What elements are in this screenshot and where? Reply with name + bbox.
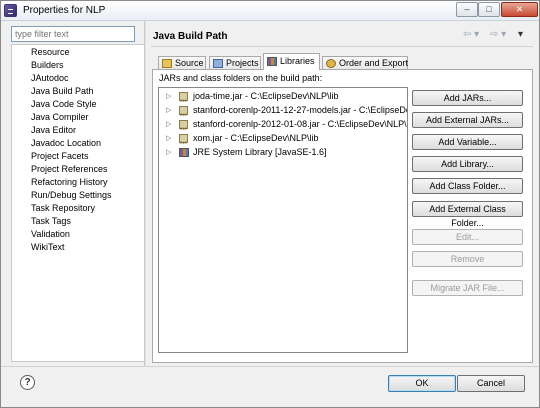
title-bar[interactable]: Properties for NLP – □ ✕	[1, 1, 539, 21]
jar-icon	[179, 134, 188, 149]
expand-arrow-icon[interactable]: ▷	[166, 104, 171, 117]
add-external-jars-button[interactable]: Add External JARs...	[412, 112, 523, 128]
tree-row-label: joda-time.jar - C:\EclipseDev\NLP\lib	[193, 91, 339, 101]
nav-item-run-debug-settings[interactable]: Run/Debug Settings	[31, 189, 112, 202]
nav-item-resource[interactable]: Resource	[31, 46, 70, 59]
migrate-jar-button[interactable]: Migrate JAR File...	[412, 280, 523, 296]
add-library-button[interactable]: Add Library...	[412, 156, 523, 172]
tab-order-and-export[interactable]: Order and Export	[322, 56, 408, 70]
order-export-icon	[326, 59, 336, 68]
properties-dialog: Properties for NLP – □ ✕ Resource Builde…	[0, 0, 540, 408]
preference-nav-tree: Resource Builders JAutodoc Java Build Pa…	[11, 44, 145, 362]
projects-icon	[213, 59, 223, 68]
splitter-sash[interactable]	[144, 21, 146, 366]
nav-item-java-build-path[interactable]: Java Build Path	[31, 85, 94, 98]
nav-item-java-code-style[interactable]: Java Code Style	[31, 98, 97, 111]
minimize-button[interactable]: –	[456, 2, 478, 17]
nav-item-wikitext[interactable]: WikiText	[31, 241, 65, 254]
tree-row-xom[interactable]: ▷ xom.jar - C:\EclipseDev\NLP\lib	[159, 132, 407, 149]
tree-row-label: JRE System Library [JavaSE-1.6]	[193, 147, 327, 157]
window-title: Properties for NLP	[23, 5, 106, 16]
jar-icon	[179, 92, 188, 107]
back-arrow-icon[interactable]: ⇦ ▾	[463, 29, 479, 41]
nav-item-java-editor[interactable]: Java Editor	[31, 124, 76, 137]
add-external-class-folder-button[interactable]: Add External Class Folder...	[412, 201, 523, 228]
expand-arrow-icon[interactable]: ▷	[166, 118, 171, 131]
add-variable-button[interactable]: Add Variable...	[412, 134, 523, 150]
eclipse-app-icon	[4, 4, 17, 17]
tab-source[interactable]: Source	[158, 56, 206, 70]
nav-item-validation[interactable]: Validation	[31, 228, 70, 241]
libraries-tree[interactable]: ▷ joda-time.jar - C:\EclipseDev\NLP\lib …	[158, 87, 408, 353]
nav-item-project-references[interactable]: Project References	[31, 163, 108, 176]
edit-button[interactable]: Edit...	[412, 229, 523, 245]
libraries-icon	[267, 57, 277, 66]
nav-item-java-compiler[interactable]: Java Compiler	[31, 111, 89, 124]
tree-row-label: stanford-corenlp-2012-01-08.jar - C:\Ecl…	[193, 119, 408, 129]
ok-button[interactable]: OK	[388, 375, 456, 392]
forward-arrow-icon[interactable]: ⇨ ▾	[490, 29, 506, 41]
source-folder-icon	[162, 59, 172, 68]
expand-arrow-icon[interactable]: ▷	[166, 146, 171, 159]
maximize-button[interactable]: □	[478, 2, 500, 17]
expand-arrow-icon[interactable]: ▷	[166, 132, 171, 145]
expand-arrow-icon[interactable]: ▷	[166, 90, 171, 103]
remove-button[interactable]: Remove	[412, 251, 523, 267]
tree-row-label: stanford-corenlp-2011-12-27-models.jar -…	[193, 105, 407, 115]
library-icon	[179, 148, 189, 157]
close-button[interactable]: ✕	[501, 2, 538, 17]
jar-icon	[179, 120, 188, 135]
help-icon[interactable]: ?	[20, 375, 35, 390]
tree-row-label: xom.jar - C:\EclipseDev\NLP\lib	[193, 133, 319, 143]
tree-row-jre-system-library[interactable]: ▷ JRE System Library [JavaSE-1.6]	[159, 146, 407, 159]
tab-libraries-label: Libraries	[280, 56, 315, 66]
tree-row-corenlp-models[interactable]: ▷ stanford-corenlp-2011-12-27-models.jar…	[159, 104, 407, 121]
tab-projects-label: Projects	[226, 58, 259, 68]
add-jars-button[interactable]: Add JARs...	[412, 90, 523, 106]
cancel-button[interactable]: Cancel	[457, 375, 525, 392]
jar-icon	[179, 106, 188, 121]
header-divider	[151, 46, 533, 47]
tab-libraries[interactable]: Libraries	[263, 53, 320, 70]
nav-item-jautodoc[interactable]: JAutodoc	[31, 72, 69, 85]
tab-projects[interactable]: Projects	[209, 56, 261, 70]
add-class-folder-button[interactable]: Add Class Folder...	[412, 178, 523, 194]
tree-row-joda-time[interactable]: ▷ joda-time.jar - C:\EclipseDev\NLP\lib	[159, 90, 407, 107]
page-title: Java Build Path	[153, 31, 228, 42]
filter-input[interactable]	[11, 26, 135, 42]
nav-item-task-repository[interactable]: Task Repository	[31, 202, 95, 215]
view-menu-icon[interactable]: ▾	[518, 29, 523, 41]
libraries-list-label: JARs and class folders on the build path…	[159, 73, 323, 83]
tab-order-and-export-label: Order and Export	[339, 58, 409, 68]
tree-row-corenlp[interactable]: ▷ stanford-corenlp-2012-01-08.jar - C:\E…	[159, 118, 408, 135]
nav-item-task-tags[interactable]: Task Tags	[31, 215, 71, 228]
nav-item-refactoring-history[interactable]: Refactoring History	[31, 176, 108, 189]
nav-item-builders[interactable]: Builders	[31, 59, 64, 72]
nav-item-javadoc-location[interactable]: Javadoc Location	[31, 137, 101, 150]
footer-divider	[1, 366, 539, 367]
nav-item-project-facets[interactable]: Project Facets	[31, 150, 89, 163]
tab-source-label: Source	[175, 58, 204, 68]
